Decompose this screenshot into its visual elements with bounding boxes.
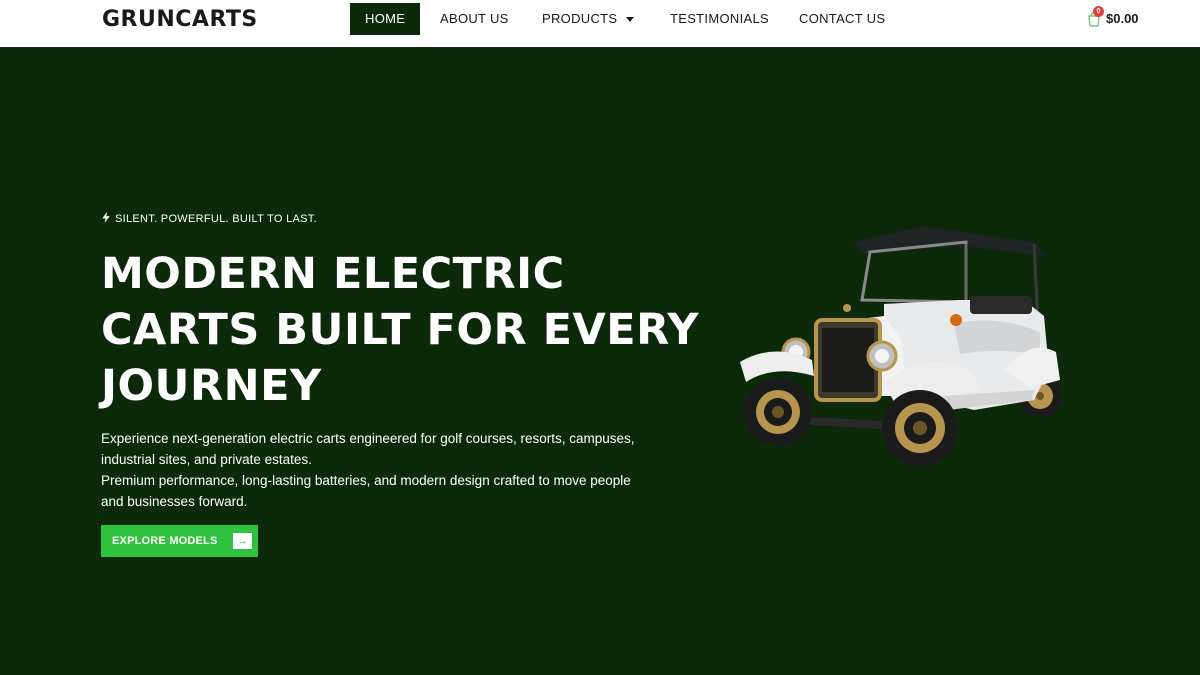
front-right-wheel [882,390,958,466]
cart-total: $0.00 [1106,11,1139,26]
hero-description-paragraph-1: Experience next-generation electric cart… [101,431,635,467]
site-header: GRUNCARTS HOME ABOUT US PRODUCTS TESTIMO… [0,0,1200,47]
nav-contact-us-label: CONTACT US [799,11,886,26]
hero-description: Experience next-generation electric cart… [101,428,641,512]
hero-tagline-text: SILENT. POWERFUL. BUILT TO LAST. [115,213,317,225]
chevron-down-icon [626,17,635,23]
site-logo[interactable]: GRUNCARTS [102,7,258,32]
nav-about-us-label: ABOUT US [440,11,509,26]
nav-contact-us[interactable]: CONTACT US [799,3,885,35]
nav-testimonials-label: TESTIMONIALS [670,11,769,26]
cart-count-badge: 0 [1093,6,1104,17]
vintage-electric-cart-image [740,226,1062,466]
nav-products-label: PRODUCTS [542,11,618,26]
hero-headline-line-3: JOURNEY [101,361,322,411]
front-left-wheel [744,378,812,446]
hero-headline: MODERN ELECTRIC CARTS BUILT FOR EVERY JO… [101,246,701,414]
arrow-right-icon: → [233,533,252,549]
nav-home[interactable]: HOME [350,3,421,35]
hero-headline-line-2: CARTS BUILT FOR EVERY [101,305,699,355]
nav-products[interactable]: PRODUCTS [542,3,635,35]
bolt-icon [102,212,110,223]
explore-models-button[interactable]: EXPLORE MODELS → [101,525,258,557]
hero-description-paragraph-2: Premium performance, long-lasting batter… [101,473,631,509]
hero-headline-line-1: MODERN ELECTRIC [101,249,565,299]
nav-home-label: HOME [365,11,406,26]
hero-tagline: SILENT. POWERFUL. BUILT TO LAST. [101,212,317,225]
nav-about-us[interactable]: ABOUT US [440,3,509,35]
explore-models-label: EXPLORE MODELS [112,535,218,547]
nav-testimonials[interactable]: TESTIMONIALS [670,3,769,35]
